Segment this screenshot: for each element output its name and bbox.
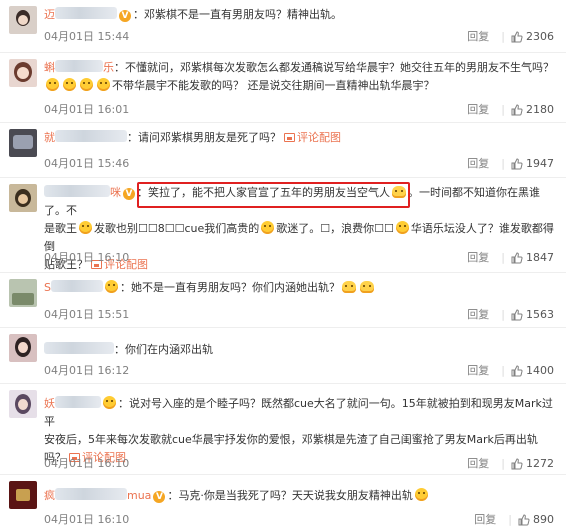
divider: |	[501, 157, 505, 170]
comment-meta: 04月01日 15:51 回复 | 1563	[44, 307, 554, 323]
username[interactable]: 迈	[44, 7, 117, 21]
emoji-icon	[97, 78, 110, 91]
reply-button[interactable]: 回复	[467, 29, 489, 45]
emoji-icon	[414, 488, 428, 501]
comment-item: ：你们在内涵邓出轨 04月01日 16:12 回复 | 1400	[0, 328, 566, 384]
avatar[interactable]	[9, 59, 37, 87]
emoji-icon	[103, 396, 116, 409]
emoji-icon	[395, 221, 409, 234]
comment-meta: 04月01日 16:10 回复 | 1847	[44, 250, 554, 266]
comment-time: 04月01日 16:10	[44, 513, 130, 526]
emoji-icon	[104, 280, 118, 293]
avatar[interactable]	[9, 6, 37, 34]
like-count: 1563	[526, 308, 554, 321]
avatar[interactable]	[9, 279, 37, 307]
thumbs-up-icon[interactable]	[511, 309, 523, 321]
like-count: 2306	[526, 30, 554, 43]
like-count: 1272	[526, 457, 554, 470]
comment-item: S ：她不是一直有男朋友吗？你们内涵她出轨？ 04月01日 15:51 回复 | …	[0, 273, 566, 328]
avatar[interactable]	[9, 334, 37, 362]
emoji-icon	[341, 281, 356, 293]
username[interactable]: 就	[44, 130, 127, 144]
comment-meta: 04月01日 15:44 回复 | 2306	[44, 29, 554, 45]
avatar[interactable]	[9, 129, 37, 157]
reply-button[interactable]: 回复	[467, 363, 489, 379]
comment-text: 疯 mua V ：马克·你是当我死了吗？天天说我女朋友精神出轨	[44, 487, 558, 505]
thumbs-up-icon[interactable]	[518, 514, 530, 526]
comment-time: 04月01日 15:44	[44, 30, 130, 43]
comment-image-link[interactable]: 评论配图	[297, 131, 341, 144]
emoji-icon	[46, 78, 59, 91]
verified-badge-icon: V	[123, 188, 135, 200]
comment-text: S ：她不是一直有男朋友吗？你们内涵她出轨？	[44, 279, 558, 297]
username[interactable]: 咪	[44, 185, 121, 199]
verified-badge-icon: V	[119, 10, 131, 22]
comment-time: 04月01日 15:51	[44, 308, 130, 321]
comment-time: 04月01日 16:10	[44, 457, 130, 470]
comment-text: 蝌乐：不懂就问，邓紫棋每次发歌怎么都发通稿说写给华晨宇？她交往五年的男朋友不生气…	[44, 60, 554, 92]
comment-meta: 04月01日 16:10 回复 | 1272	[44, 456, 554, 472]
thumbs-up-icon[interactable]	[511, 365, 523, 377]
username[interactable]	[44, 342, 114, 356]
comment-item: 妖：说对号入座的是个睦子吗？既然都cue大名了就问一句。15年就被拍到和现男友M…	[0, 384, 566, 475]
reply-button[interactable]: 回复	[467, 250, 489, 266]
comment-meta: 04月01日 16:12 回复 | 1400	[44, 363, 554, 379]
reply-button[interactable]: 回复	[467, 307, 489, 323]
comment-time: 04月01日 16:12	[44, 364, 130, 377]
comment-time: 04月01日 15:46	[44, 157, 130, 170]
divider: |	[501, 457, 505, 470]
reply-button[interactable]: 回复	[474, 512, 496, 528]
reply-button[interactable]: 回复	[467, 102, 489, 118]
comment-text: 就：请问邓紫棋男朋友是死了吗？ 评论配图	[44, 130, 341, 144]
emoji-icon	[359, 281, 374, 293]
image-icon[interactable]	[284, 133, 295, 142]
comment-meta: 04月01日 15:46 回复 | 1947	[44, 156, 554, 172]
thumbs-up-icon[interactable]	[511, 158, 523, 170]
divider: |	[508, 513, 512, 526]
thumbs-up-icon[interactable]	[511, 31, 523, 43]
comment-text: 迈 V ：邓紫棋不是一直有男朋友吗？精神出轨。	[44, 7, 342, 22]
like-count: 1400	[526, 364, 554, 377]
reply-button[interactable]: 回复	[467, 156, 489, 172]
like-count: 2180	[526, 103, 554, 116]
comment-item: 咪 V ：笑拉了，能不把人家官宣了五年的男朋友当空气人 。一时间都不知道你在黑谁了。不…	[0, 178, 566, 273]
thumbs-up-icon[interactable]	[511, 104, 523, 116]
avatar[interactable]	[9, 481, 37, 509]
comment-item: 疯 mua V ：马克·你是当我死了吗？天天说我女朋友精神出轨 04月01日 16:1…	[0, 475, 566, 529]
avatar[interactable]	[9, 390, 37, 418]
divider: |	[501, 103, 505, 116]
thumbs-up-icon[interactable]	[511, 458, 523, 470]
divider: |	[501, 364, 505, 377]
comment-meta: 04月01日 16:01 回复 | 2180	[44, 102, 554, 118]
thumbs-up-icon[interactable]	[511, 252, 523, 264]
comment-item: 蝌乐：不懂就问，邓紫棋每次发歌怎么都发通稿说写给华晨宇？她交往五年的男朋友不生气…	[0, 53, 566, 123]
avatar[interactable]	[9, 184, 37, 212]
comment-time: 04月01日 16:01	[44, 103, 130, 116]
emoji-icon	[392, 186, 406, 198]
divider: |	[501, 251, 505, 264]
emoji-icon	[79, 221, 92, 234]
like-count: 1847	[526, 251, 554, 264]
emoji-icon	[80, 78, 93, 91]
reply-button[interactable]: 回复	[467, 456, 489, 472]
username[interactable]: S	[44, 280, 103, 294]
divider: |	[501, 30, 505, 43]
emoji-icon	[63, 78, 76, 91]
like-count: 1947	[526, 157, 554, 170]
username[interactable]: 疯 mua	[44, 488, 151, 502]
divider: |	[501, 308, 505, 321]
emoji-icon	[261, 221, 275, 234]
username[interactable]: 妖	[44, 396, 101, 410]
comment-time: 04月01日 16:10	[44, 251, 130, 264]
comment-item: 就：请问邓紫棋男朋友是死了吗？ 评论配图 04月01日 15:46 回复 | 19…	[0, 123, 566, 178]
verified-badge-icon: V	[153, 491, 166, 503]
username[interactable]: 蝌乐	[44, 60, 114, 74]
comment-item: 迈 V ：邓紫棋不是一直有男朋友吗？精神出轨。 04月01日 15:44 回复 | …	[0, 0, 566, 53]
like-count: 890	[533, 513, 554, 526]
comment-text: ：你们在内涵邓出轨	[44, 341, 558, 359]
comment-meta: 04月01日 16:10 回复 | 890	[44, 512, 554, 528]
